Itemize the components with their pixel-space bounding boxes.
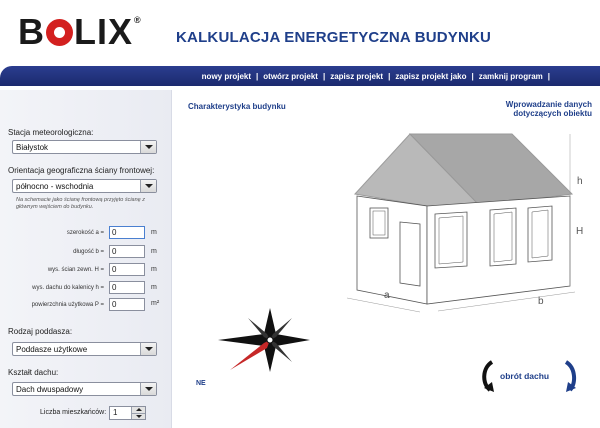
width-input[interactable]: 0	[109, 226, 145, 239]
orientation-label: Orientacja geograficzna ściany frontowej…	[8, 166, 155, 175]
width-unit: m	[151, 229, 157, 236]
residents-label: Liczba mieszkańców:	[40, 409, 107, 416]
wall-height-input[interactable]: 0	[109, 263, 145, 276]
usable-area-label: powierzchnia użytkowa P =	[31, 302, 104, 308]
menu-separator: |	[547, 71, 550, 81]
logo-letter-b: B	[18, 11, 45, 52]
chevron-down-icon[interactable]	[140, 383, 156, 395]
attic-select[interactable]: Poddasze użytkowe	[12, 342, 157, 356]
rotate-roof-label[interactable]: obrót dachu	[500, 371, 549, 381]
building-characteristics-title: Charakterystyka budynku	[188, 102, 286, 111]
logo-o-icon	[46, 18, 73, 46]
menu-save-project-as[interactable]: zapisz projekt jako	[392, 72, 469, 81]
menu-open-project[interactable]: otwórz projekt	[260, 72, 321, 81]
dim-a-label: a	[384, 290, 390, 301]
registered-mark: ®	[134, 15, 142, 25]
logo-letters-lix: LIX	[74, 11, 134, 52]
side-wall	[426, 195, 571, 305]
station-select[interactable]: Białystok	[12, 140, 157, 154]
roof-shape-select[interactable]: Dach dwuspadowy	[12, 382, 157, 396]
roof-height-unit: m	[151, 284, 157, 291]
attic-label: Rodzaj poddasza:	[8, 327, 73, 336]
length-unit: m	[151, 248, 157, 255]
menu-bar: nowy projekt | otwórz projekt | zapisz p…	[0, 66, 600, 86]
chevron-down-icon[interactable]	[140, 141, 156, 153]
menu-close-program[interactable]: zamknij program	[476, 72, 546, 81]
app-title: KALKULACJA ENERGETYCZNA BUDYNKU	[176, 29, 492, 46]
attic-value: Poddasze użytkowe	[16, 345, 88, 354]
wall-height-label: wys. ścian zewn. H =	[47, 267, 104, 273]
usable-area-unit: m²	[151, 300, 160, 307]
menu-save-project[interactable]: zapisz projekt	[327, 72, 386, 81]
orientation-note: Na schemacie jako ścianę frontową przyję…	[16, 197, 146, 210]
dim-H-label: H	[576, 226, 583, 237]
roof-shape-value: Dach dwuspadowy	[16, 385, 84, 394]
roof-height-label: wys. dachu do kalenicy h =	[32, 285, 104, 291]
station-label: Stacja meteorologiczna:	[8, 128, 94, 137]
length-label: długość b =	[73, 249, 104, 255]
bolix-logo: B LIX ®	[18, 12, 142, 52]
wall-height-unit: m	[151, 266, 157, 273]
menu-new-project[interactable]: nowy projekt	[199, 72, 254, 81]
dim-b-label: b	[538, 296, 544, 307]
residents-stepper[interactable]: 1	[109, 406, 146, 420]
roof-height-input[interactable]: 0	[109, 281, 145, 294]
length-input[interactable]: 0	[109, 245, 145, 258]
compass-rose-icon	[218, 308, 310, 372]
front-wall	[356, 195, 428, 305]
residents-value: 1	[113, 408, 118, 417]
input-panel-title: Wprowadzanie danych dotyczących obiektu	[505, 100, 592, 118]
orientation-select[interactable]: północno - wschodnia	[12, 179, 157, 193]
house-diagram: h H a b	[346, 133, 583, 313]
usable-area-input[interactable]: 0	[109, 298, 145, 311]
station-value: Białystok	[16, 143, 49, 152]
roof-shape-label: Kształt dachu:	[8, 368, 59, 377]
dim-h-label: h	[577, 176, 583, 187]
compass-direction-label: NE	[196, 380, 206, 387]
chevron-down-icon[interactable]	[140, 180, 156, 192]
chevron-down-icon[interactable]	[140, 343, 156, 355]
orientation-value: północno - wschodnia	[16, 182, 94, 191]
width-label: szerokość a =	[66, 230, 104, 236]
stepper-down-icon[interactable]	[131, 413, 145, 419]
